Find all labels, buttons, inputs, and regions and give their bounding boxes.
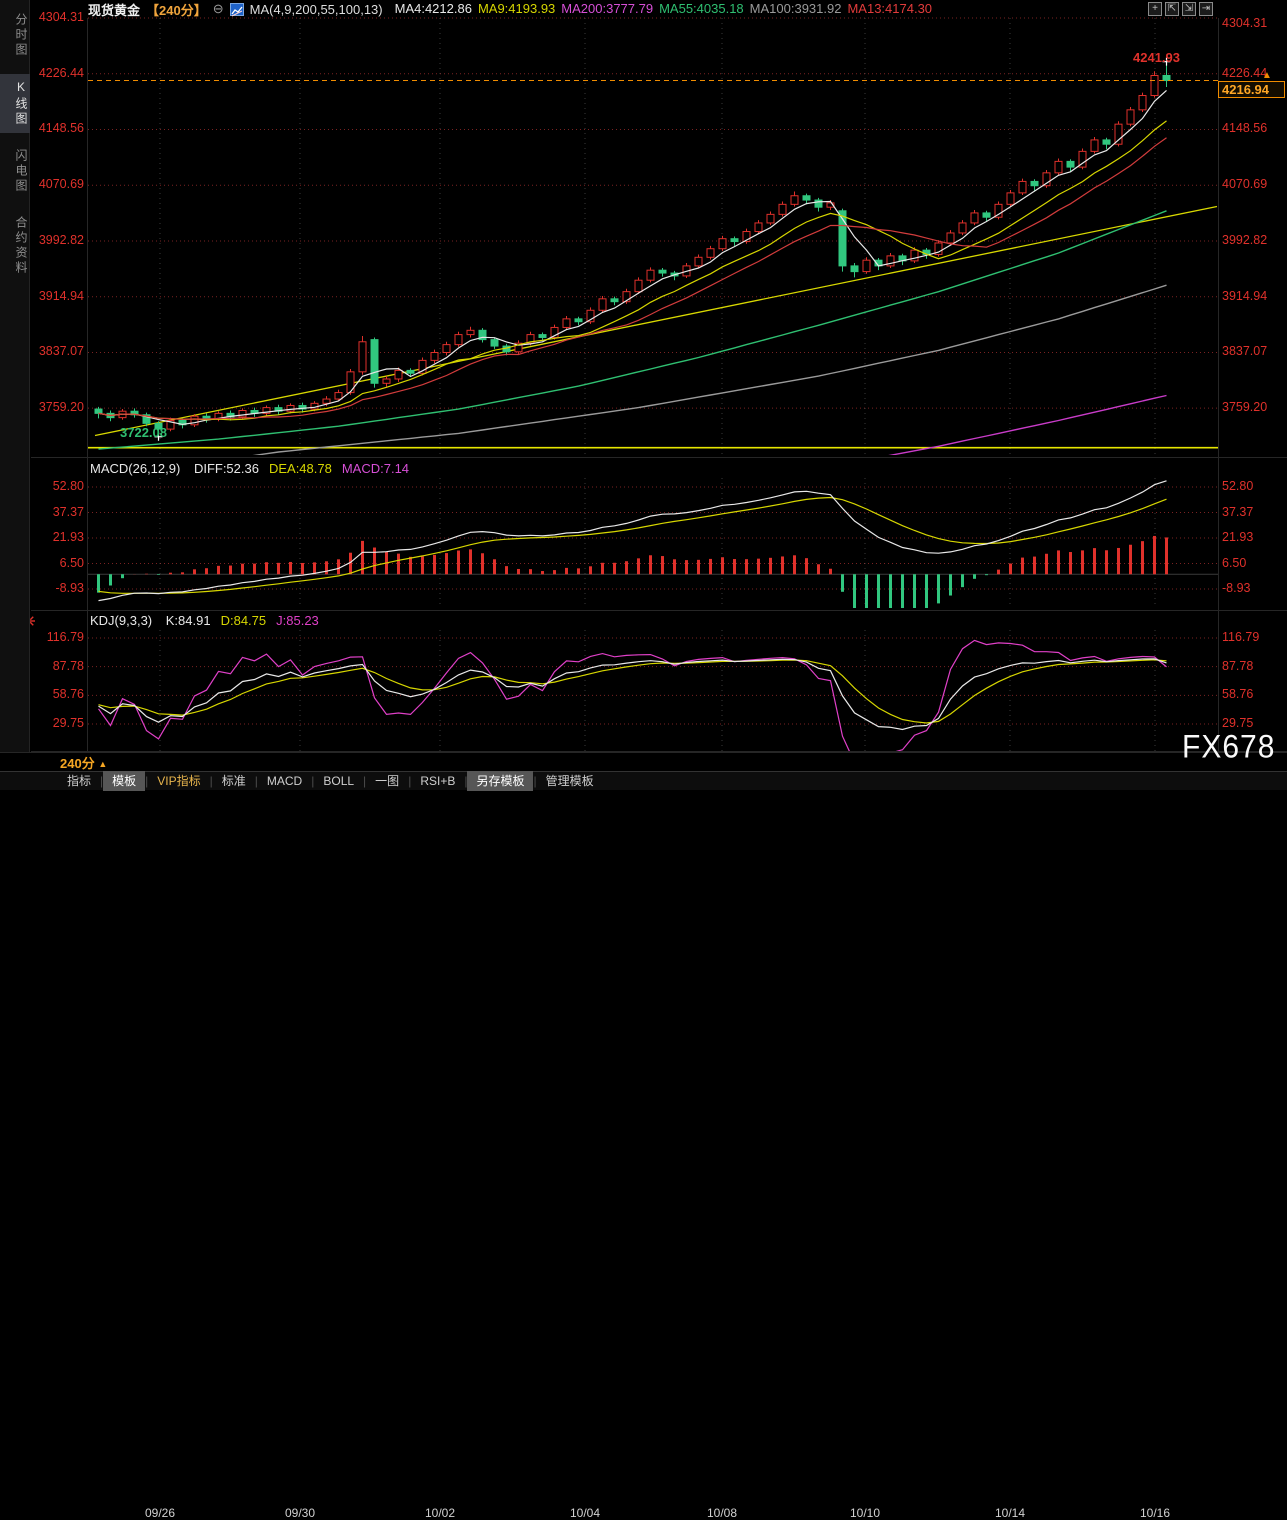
- sidebar-item-contract-info[interactable]: 合约资料: [0, 210, 30, 282]
- y-axis-label: 3914.94: [1222, 289, 1267, 303]
- y-axis-label: 116.79: [32, 630, 84, 644]
- period-high-label: 4241.93: [1133, 50, 1180, 65]
- y-axis-label: 52.80: [1222, 479, 1253, 493]
- tab-boll[interactable]: BOLL: [314, 773, 363, 790]
- chart-canvas[interactable]: [0, 0, 1287, 790]
- y-axis-label: 87.78: [32, 659, 84, 673]
- price-up-arrow-icon: ▲: [1262, 70, 1272, 81]
- y-axis-label: -8.93: [32, 581, 84, 595]
- kdj-panel-header: KDJ(9,3,3) K:84.91 D:84.75 J:85.23: [90, 613, 329, 628]
- y-axis-label: 3992.82: [32, 233, 84, 247]
- date-label: 10/02: [408, 1506, 472, 1520]
- date-label: 10/04: [553, 1506, 617, 1520]
- tab-standard[interactable]: 标准: [213, 771, 255, 791]
- instrument-title: 现货黄金: [88, 0, 140, 19]
- ma-settings-icon[interactable]: [230, 3, 244, 16]
- ma-legend-item: MA13:4174.30: [847, 1, 932, 16]
- ma-legend-item: MA200:3777.79: [561, 1, 653, 16]
- y-axis-label: 52.80: [32, 479, 84, 493]
- tab-macd[interactable]: MACD: [258, 773, 311, 790]
- macd-panel-header: MACD(26,12,9) DIFF:52.36 DEA:48.78 MACD:7.…: [90, 461, 419, 476]
- date-label: 09/30: [268, 1506, 332, 1520]
- chart-header: 现货黄金 【240分】 ⊖ MA(4,9,200,55,100,13) MA4:…: [36, 0, 932, 18]
- timeframe-badge: 【240分】: [146, 0, 207, 19]
- y-axis-label: 3992.82: [1222, 233, 1267, 247]
- indicator-value-label: K:84.91: [166, 613, 211, 628]
- y-axis-label: 6.50: [32, 556, 84, 570]
- y-axis-label: 4226.44: [1222, 66, 1267, 80]
- date-label: 10/14: [978, 1506, 1042, 1520]
- tab-indicators[interactable]: 指标: [58, 771, 100, 791]
- ma-legend-item: MA9:4193.93: [478, 1, 555, 16]
- y-axis-label: 58.76: [32, 687, 84, 701]
- scale-left-icon[interactable]: ⇱: [1165, 2, 1179, 16]
- y-axis-label: 3837.07: [32, 344, 84, 358]
- ma-legend-item: MA4:4212.86: [395, 1, 472, 16]
- y-axis-label: 4148.56: [32, 121, 84, 135]
- date-label: 09/26: [128, 1506, 192, 1520]
- y-axis-label: 29.75: [32, 716, 84, 730]
- y-axis-label: 21.93: [32, 530, 84, 544]
- tab-vip-indicators[interactable]: VIP指标: [148, 771, 209, 791]
- sidebar-item-time-chart[interactable]: 分时图: [0, 7, 30, 64]
- ma-legend-item: MA100:3931.92: [750, 1, 842, 16]
- y-axis-label: 4226.44: [32, 66, 84, 80]
- y-axis-label: 87.78: [1222, 659, 1253, 673]
- ma-legend-item: MA55:4035.18: [659, 1, 744, 16]
- current-price-box: 4216.94: [1218, 81, 1285, 98]
- kdj-params-label[interactable]: KDJ(9,3,3): [90, 613, 152, 628]
- y-axis-label: 29.75: [1222, 716, 1253, 730]
- y-axis-label: 4148.56: [1222, 121, 1267, 135]
- fx678-watermark: FX678: [1182, 730, 1275, 767]
- y-axis-label: 37.37: [1222, 505, 1253, 519]
- sidebar-item-kline-chart[interactable]: K线图: [0, 74, 30, 133]
- indicator-value-label: D:84.75: [221, 613, 267, 628]
- y-axis-label: 3759.20: [1222, 400, 1267, 414]
- chart-type-sidebar: 分时图 K线图闪电图合约资料: [0, 0, 30, 752]
- indicator-value-label: MACD:7.14: [342, 461, 409, 476]
- y-axis-label: 116.79: [1222, 630, 1259, 644]
- sidebar-item-lightning-chart[interactable]: 闪电图: [0, 143, 30, 200]
- ma-params-label[interactable]: MA(4,9,200,55,100,13): [250, 2, 383, 17]
- chart-application: 分时图 K线图闪电图合约资料 现货黄金 【240分】 ⊖ MA(4,9,200,5…: [0, 0, 1287, 790]
- detach-icon[interactable]: ⇥: [1199, 2, 1213, 16]
- y-axis-label: -8.93: [1222, 581, 1251, 595]
- y-axis-label: 3759.20: [32, 400, 84, 414]
- tab-rsi-b[interactable]: RSI+B: [411, 773, 464, 790]
- y-axis-label: 3914.94: [32, 289, 84, 303]
- y-axis-label: 4070.69: [32, 177, 84, 191]
- indicator-toolbar: 指标|模板|VIP指标|标准|MACD|BOLL|一图|RSI+B|另存模板|管…: [0, 771, 1287, 790]
- timeframe-selector[interactable]: 240分 ▲: [60, 753, 107, 772]
- date-label: 10/10: [833, 1506, 897, 1520]
- chart-window-controls: +⇱⇲⇥: [1148, 2, 1213, 16]
- ma-legend: MA4:4212.86 MA9:4193.93 MA200:3777.79 MA55:…: [389, 0, 932, 18]
- y-axis-label: 21.93: [1222, 530, 1253, 544]
- indicator-value-label: J:85.23: [276, 613, 319, 628]
- timeframe-arrow-icon: ▲: [98, 759, 107, 769]
- y-axis-label: 37.37: [32, 505, 84, 519]
- y-axis-label: 6.50: [1222, 556, 1246, 570]
- indicator-value-label: DIFF:52.36: [194, 461, 259, 476]
- y-axis-label: 3837.07: [1222, 344, 1267, 358]
- y-axis-label: 4070.69: [1222, 177, 1267, 191]
- pan-icon[interactable]: +: [1148, 2, 1162, 16]
- tab-one-chart[interactable]: 一图: [366, 771, 408, 791]
- date-label: 10/16: [1123, 1506, 1187, 1520]
- y-axis-label: 58.76: [1222, 687, 1253, 701]
- scale-right-icon[interactable]: ⇲: [1182, 2, 1196, 16]
- macd-params-label[interactable]: MACD(26,12,9): [90, 461, 180, 476]
- tab-manage-template[interactable]: 管理模板: [537, 771, 603, 791]
- collapse-icon[interactable]: ⊖: [213, 1, 224, 17]
- tab-save-template[interactable]: 另存模板: [467, 771, 533, 791]
- timeframe-label: 240分: [60, 756, 95, 771]
- date-axis-row: 09/2609/3010/0210/0410/0810/1010/1410/16: [0, 752, 1287, 771]
- tab-template[interactable]: 模板: [103, 771, 145, 791]
- period-low-label: 3722.08: [120, 425, 167, 440]
- indicator-value-label: DEA:48.78: [269, 461, 332, 476]
- y-axis-label: 4304.31: [1222, 16, 1267, 30]
- date-label: 10/08: [690, 1506, 754, 1520]
